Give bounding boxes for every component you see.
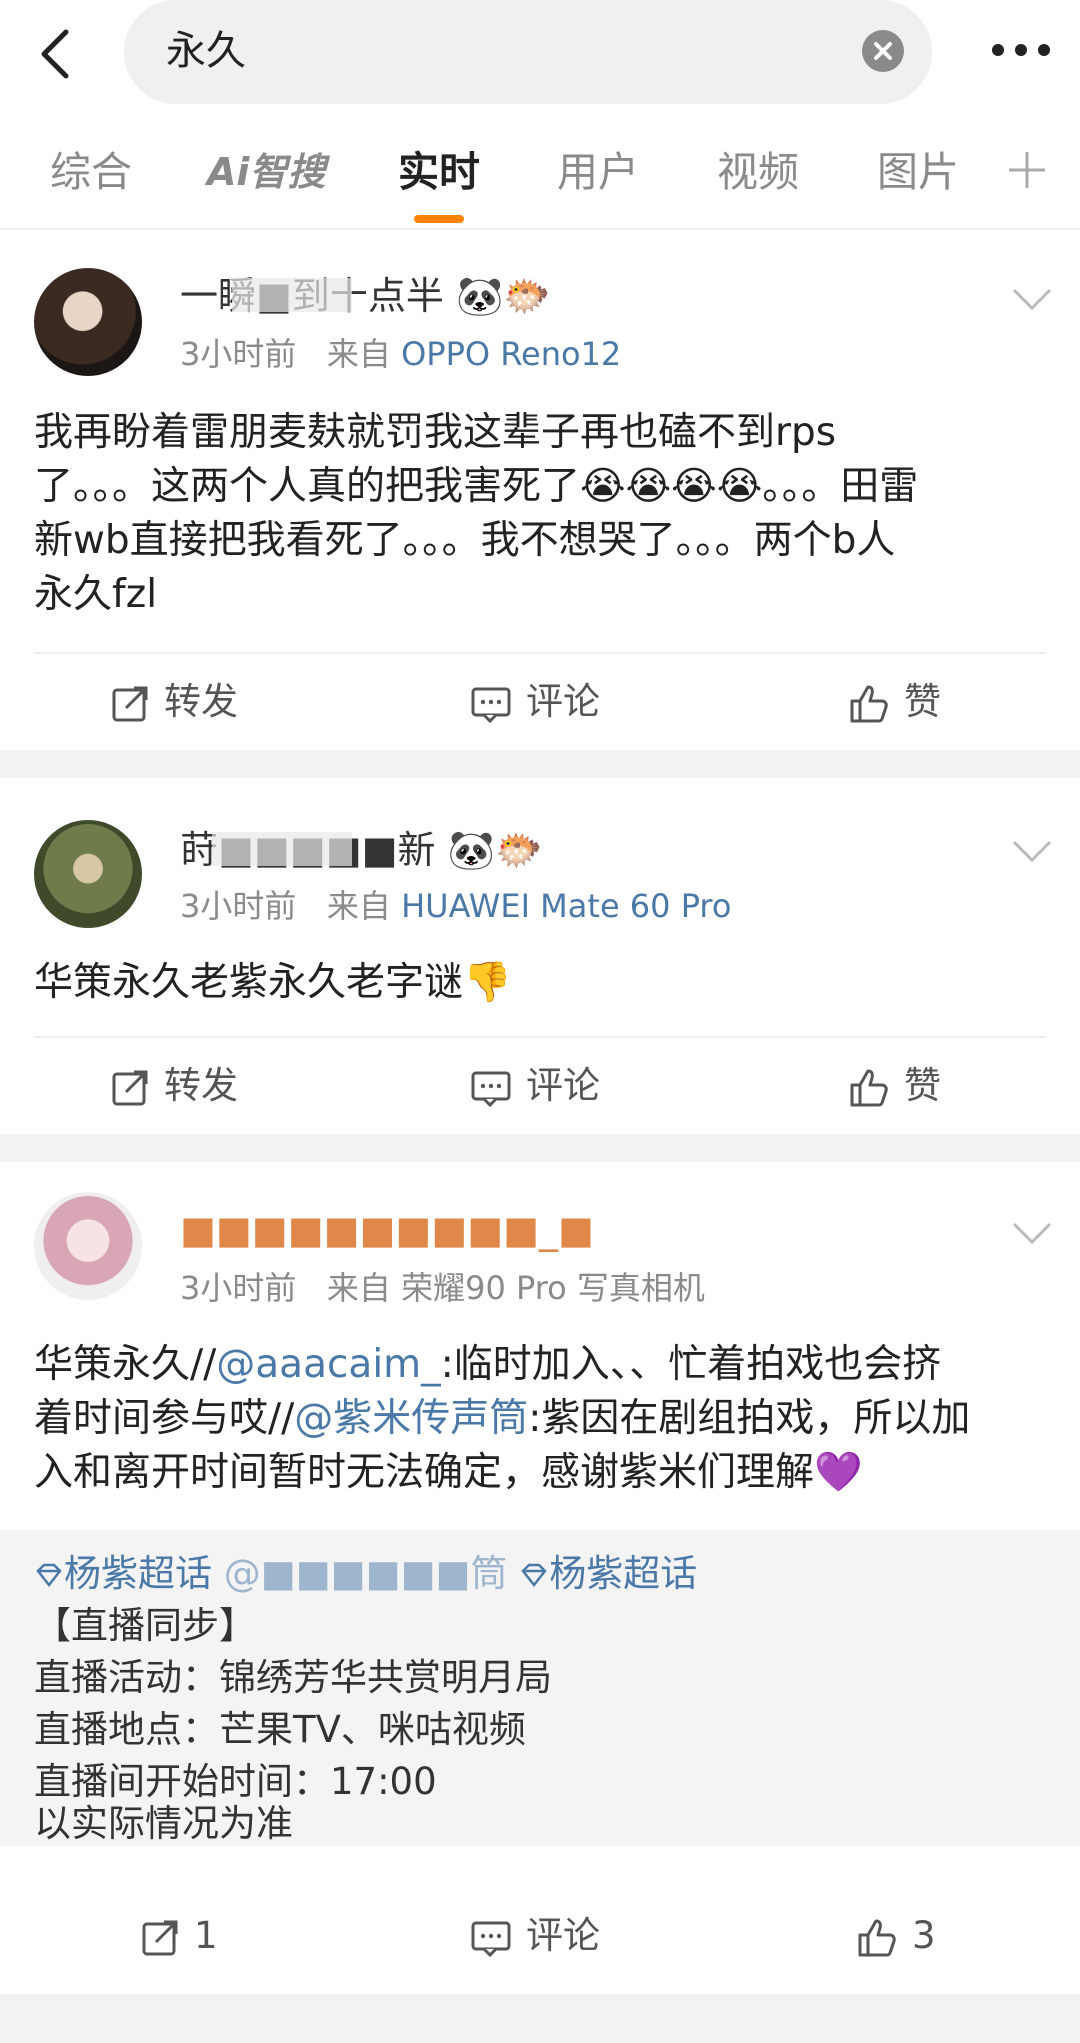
repost-line: 以实际情况为准: [34, 1802, 293, 1845]
search-tabs: 综合 Ai智搜 实时 用户 视频 图片: [0, 118, 1080, 230]
thumbs-up-icon: [858, 1919, 896, 1956]
chevron-down-icon: [1012, 840, 1052, 863]
avatar[interactable]: [34, 820, 142, 928]
separator: [0, 1134, 1080, 1162]
fish-emoji: 🐡: [503, 274, 551, 318]
repost-button[interactable]: 转发: [110, 1062, 238, 1110]
repost-button[interactable]: 1: [140, 1912, 218, 1960]
tab-users[interactable]: 用户: [557, 146, 639, 198]
active-tab-indicator: [414, 215, 464, 223]
post-menu-button[interactable]: [1008, 284, 1056, 314]
reposted-content[interactable]: 杨紫超话 @■■■■■■筒 杨紫超话 【直播同步】 直播活动：锦绣芳华共赏明月局…: [0, 1530, 1080, 1846]
chevron-down-icon: [1012, 288, 1052, 311]
separator: [0, 1994, 1080, 2043]
tab-ai-search[interactable]: Ai智搜: [207, 146, 325, 198]
post-card[interactable]: 莳■■■■■新 🐼🐡 3小时前 来自 HUAWEI Mate 60 Pro 华策…: [0, 778, 1080, 1134]
repost-line: 直播活动：锦绣芳华共赏明月局: [34, 1656, 552, 1699]
tab-comprehensive[interactable]: 综合: [50, 146, 132, 198]
comment-icon: [471, 1071, 511, 1107]
panda-emoji: 🐼: [447, 828, 495, 872]
mention-link[interactable]: @■■■■■■筒: [224, 1552, 508, 1595]
comment-button[interactable]: 评论: [470, 678, 600, 726]
blurred-overlay: [232, 278, 352, 312]
post-text: 华策永久老紫永久老字谜👎: [34, 960, 512, 1005]
chevron-down-icon: [1012, 1222, 1052, 1245]
thumbs-up-icon: [850, 685, 888, 722]
more-horizontal-icon: [992, 44, 1050, 56]
more-options-button[interactable]: [986, 30, 1056, 70]
search-query: 永久: [166, 28, 246, 74]
add-tab-button[interactable]: [1005, 148, 1049, 192]
share-icon: [112, 686, 148, 721]
plus-icon: [1009, 152, 1045, 188]
share-icon: [142, 1920, 178, 1955]
share-icon: [112, 1070, 148, 1105]
repost-topics: 杨紫超话 @■■■■■■筒 杨紫超话: [34, 1548, 697, 1600]
diamond-icon: [36, 1563, 62, 1587]
tab-realtime[interactable]: 实时: [398, 146, 480, 198]
like-button[interactable]: 3: [856, 1912, 936, 1960]
comment-button[interactable]: 评论: [470, 1912, 600, 1960]
close-icon: [874, 42, 892, 60]
panda-emoji: 🐼: [456, 274, 504, 318]
mention-link[interactable]: @紫米传声筒: [294, 1396, 528, 1441]
top-bar: 永久: [0, 0, 1080, 118]
tab-images[interactable]: 图片: [877, 146, 959, 198]
divider: [34, 652, 1046, 654]
comment-icon: [471, 687, 511, 723]
comment-button[interactable]: 评论: [470, 1062, 600, 1110]
post-card[interactable]: ■■■■■■■■■■_■ 🐡 3小时前 来自 荣耀90 Pro 写真相机 华策永…: [0, 1162, 1080, 1994]
avatar[interactable]: [34, 268, 142, 376]
like-button[interactable]: 赞: [848, 678, 941, 726]
post-meta: 3小时前 来自 OPPO Reno12: [180, 335, 622, 373]
repost-line: 【直播同步】: [34, 1604, 256, 1647]
clear-search-button[interactable]: [862, 30, 904, 72]
topic-link[interactable]: 杨紫超话: [34, 1552, 212, 1595]
mention-link[interactable]: @aaacaim_: [216, 1342, 440, 1387]
post-card[interactable]: 一瞬■到十点半 🐼🐡 3小时前 来自 OPPO Reno12 我再盼着雷朋麦麸就…: [0, 232, 1080, 750]
post-meta: 3小时前 来自 HUAWEI Mate 60 Pro: [180, 887, 732, 925]
topic-link[interactable]: 杨紫超话: [519, 1552, 697, 1595]
fish-emoji: 🐡: [494, 828, 543, 872]
repost-button[interactable]: 转发: [110, 678, 238, 726]
comment-icon: [471, 1921, 511, 1957]
username[interactable]: ■■■■■■■■■■_■ 🐡: [180, 1206, 600, 1266]
post-menu-button[interactable]: [1008, 836, 1056, 866]
repost-line: 直播地点：芒果TV、咪咕视频: [34, 1708, 526, 1751]
divider: [34, 1036, 1046, 1038]
post-text: 我再盼着雷朋麦麸就罚我这辈子再也磕不到rps 了。。。这两个人真的把我害死了😭😭…: [34, 410, 919, 617]
thumbs-up-icon: [850, 1069, 888, 1106]
search-input[interactable]: 永久: [124, 0, 932, 104]
post-menu-button[interactable]: [1008, 1218, 1056, 1248]
blurred-overlay: [212, 832, 352, 866]
like-button[interactable]: 赞: [848, 1062, 941, 1110]
avatar[interactable]: [34, 1192, 142, 1300]
post-text: 华策永久//@aaacaim_:临时加入、、忙着拍戏也会挤 着时间参与哎//@紫…: [34, 1342, 971, 1495]
chevron-left-icon: [41, 29, 69, 79]
back-button[interactable]: [30, 18, 90, 88]
post-meta: 3小时前 来自 荣耀90 Pro 写真相机: [180, 1269, 705, 1307]
tab-videos[interactable]: 视频: [717, 146, 799, 198]
diamond-icon: [521, 1563, 547, 1587]
separator: [0, 750, 1080, 778]
